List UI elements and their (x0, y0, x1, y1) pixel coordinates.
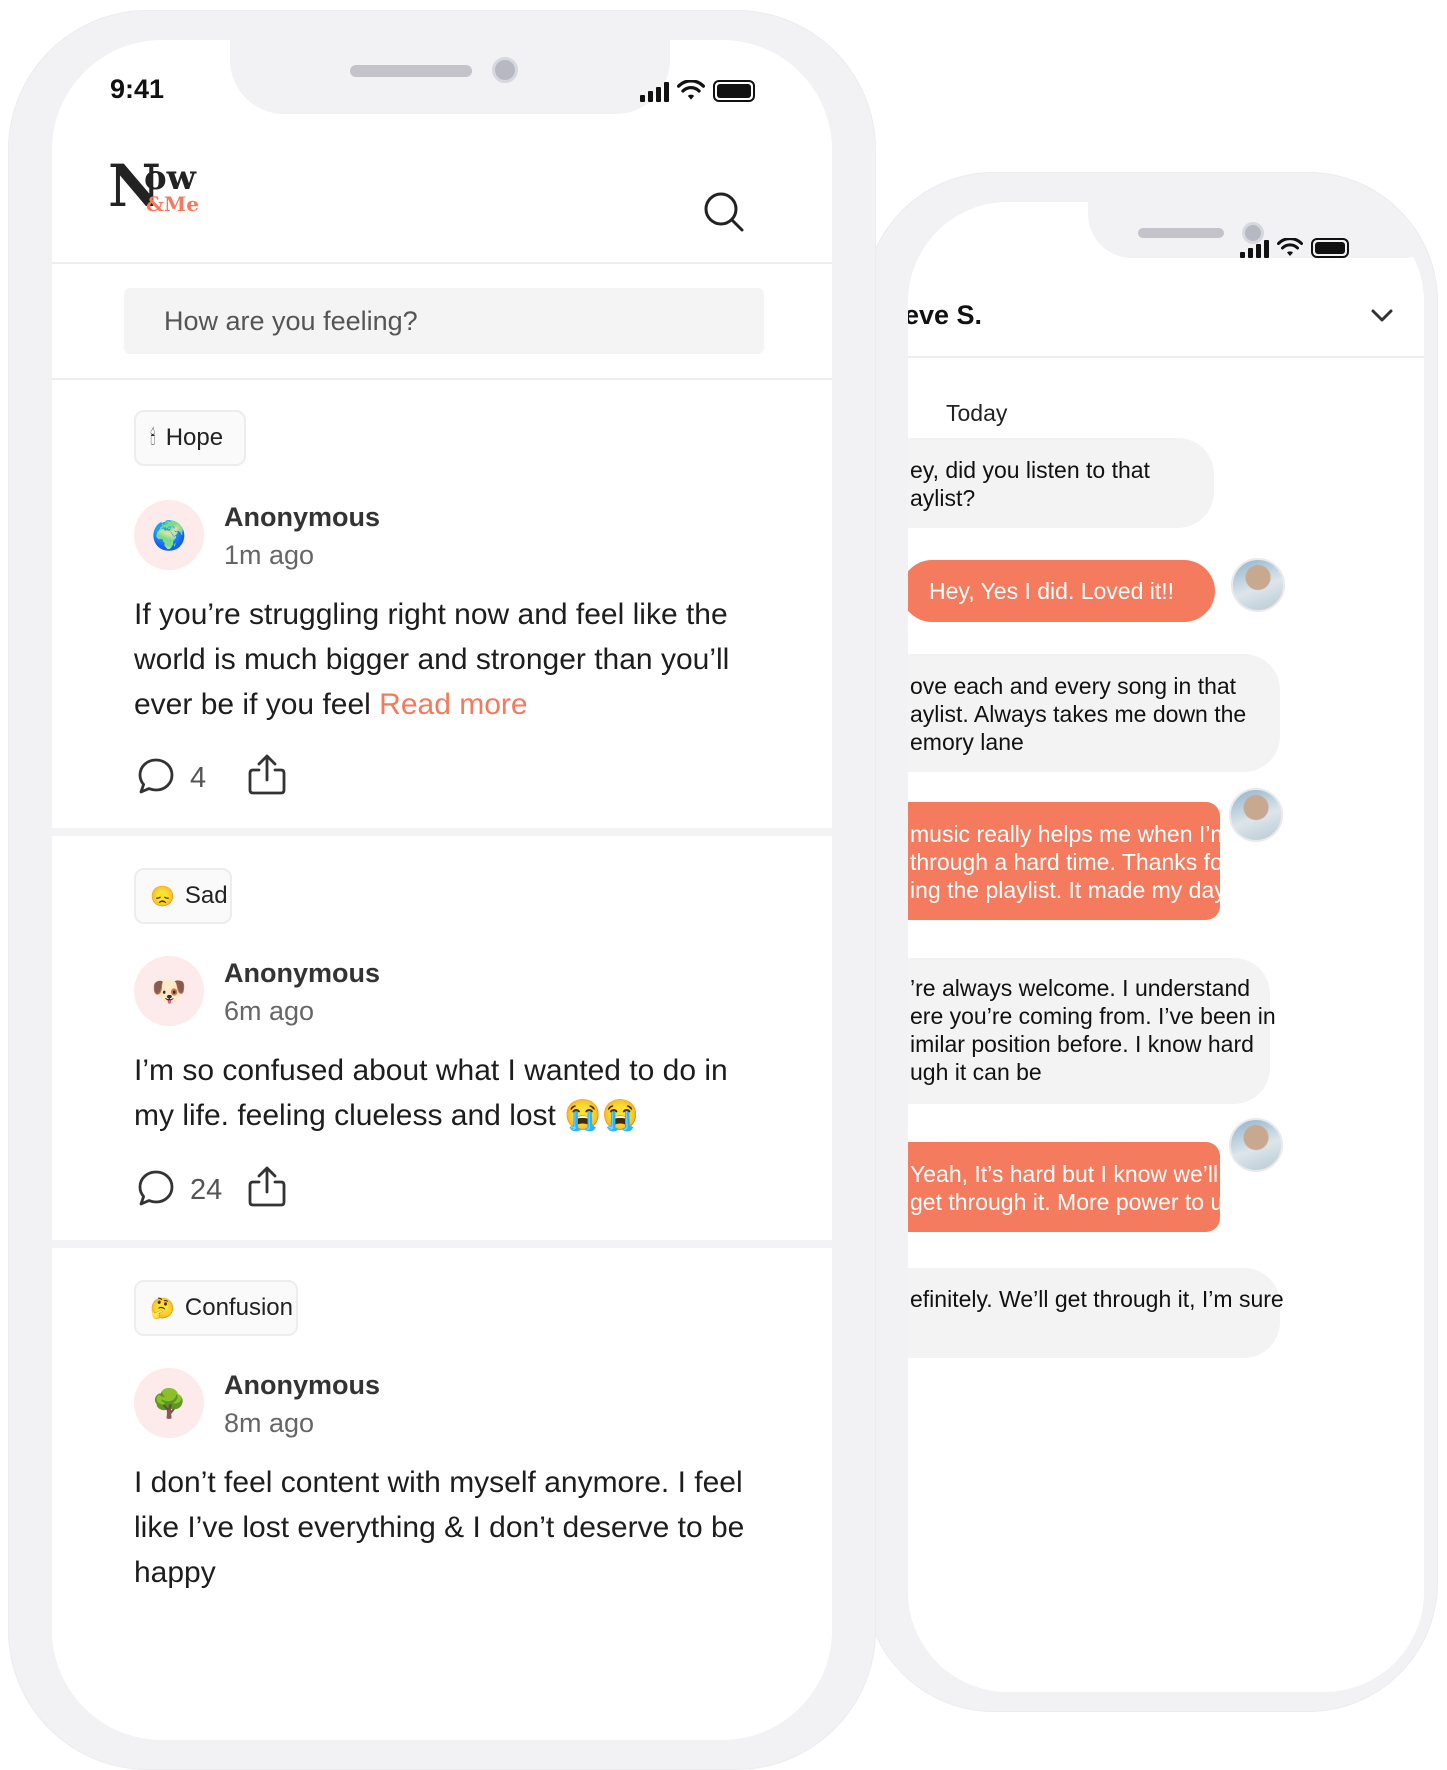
cellular-signal-icon (640, 82, 669, 102)
message-incoming[interactable]: efinitely. We’ll get through it, I’m sur… (908, 1268, 1284, 1358)
app-logo[interactable]: N ow &Me (108, 152, 199, 220)
status-time: 9:41 (110, 74, 165, 104)
comment-count: 24 (190, 1174, 223, 1206)
globe-icon: 🌍 (151, 518, 187, 552)
message-incoming[interactable]: ey, did you listen to that aylist? (908, 438, 1214, 528)
speaker-grille (350, 65, 472, 77)
sender-avatar (1229, 788, 1283, 842)
feeling-input[interactable] (124, 288, 764, 354)
message-text: Yeah, It’s hard but I know we’ll get thr… (910, 1161, 1235, 1215)
status-icons (640, 80, 755, 102)
mood-label: Hope (165, 424, 224, 451)
post-time: 6m ago (224, 996, 315, 1026)
message-text: music really helps me when I’m through a… (910, 821, 1231, 903)
thinking-face-icon: 🤔 (150, 1297, 175, 1320)
message-text: ’re always welcome. I understand ere you… (910, 975, 1276, 1085)
comment-count: 4 (190, 762, 207, 794)
post-time: 8m ago (224, 1408, 315, 1438)
mood-tag-sad[interactable]: 😞 Sad (134, 868, 232, 924)
logo-sub: &Me (146, 192, 199, 216)
message-outgoing[interactable]: music really helps me when I’m through a… (908, 802, 1230, 920)
post-author: Anonymous (224, 1370, 381, 1400)
share-icon[interactable] (246, 752, 288, 796)
wifi-icon (677, 80, 705, 100)
sender-avatar (1229, 1118, 1283, 1172)
post-text: I don’t feel content with myself anymore… (134, 1466, 745, 1589)
share-icon[interactable] (246, 1164, 288, 1208)
battery-icon (1311, 238, 1349, 258)
post-separator (52, 1240, 832, 1248)
post-author: Anonymous (224, 502, 381, 532)
message-text: ove each and every song in that aylist. … (910, 673, 1247, 755)
mood-tag-hope[interactable]: 🕯 Hope (134, 410, 246, 466)
feed-screen: 9:41 N ow &Me 🕯 Hope 🌍 Anonymous 1m ago … (52, 40, 832, 1740)
mood-tag-confusion[interactable]: 🤔 Confusion (134, 1280, 298, 1336)
header-divider (52, 262, 832, 264)
cellular-signal-icon (1240, 240, 1269, 258)
wifi-icon (1277, 238, 1303, 256)
sender-avatar (1231, 558, 1285, 612)
battery-icon (713, 80, 755, 102)
post-text: I’m so confused about what I wanted to d… (134, 1054, 728, 1132)
avatar: 🐶 (134, 956, 204, 1026)
post-text: If you’re struggling right now and feel … (134, 592, 754, 727)
comment-icon[interactable] (136, 756, 176, 796)
sad-face-icon: 😞 (150, 885, 175, 908)
dog-icon: 🐶 (151, 974, 187, 1008)
read-more-link[interactable]: Read more (379, 688, 527, 721)
post-separator (52, 828, 832, 836)
input-divider (52, 378, 832, 380)
post-author: Anonymous (224, 958, 381, 988)
speaker-grille (1138, 228, 1224, 238)
front-camera (492, 57, 518, 83)
candle-icon: 🕯 (150, 426, 156, 449)
chat-date-label: Today (946, 400, 1008, 426)
chat-screen: Steve S. Today ey, did you listen to tha… (908, 202, 1424, 1692)
feed-phone-frame: 9:41 N ow &Me 🕯 Hope 🌍 Anonymous 1m ago … (8, 10, 876, 1770)
message-incoming[interactable]: ’re always welcome. I understand ere you… (908, 958, 1276, 1104)
tree-icon: 🌳 (151, 1386, 187, 1420)
search-icon[interactable] (702, 190, 746, 234)
message-outgoing[interactable]: Hey, Yes I did. Loved it!! (908, 560, 1215, 622)
chevron-down-icon[interactable] (1370, 308, 1394, 324)
message-incoming[interactable]: ove each and every song in that aylist. … (908, 654, 1280, 772)
chat-header-divider (908, 356, 1424, 358)
chat-phone-frame: Steve S. Today ey, did you listen to tha… (864, 172, 1438, 1712)
phone-notch (230, 40, 670, 114)
message-text: ey, did you listen to that aylist? (910, 457, 1150, 511)
avatar: 🌳 (134, 1368, 204, 1438)
message-outgoing[interactable]: Yeah, It’s hard but I know we’ll get thr… (908, 1142, 1235, 1232)
avatar: 🌍 (134, 500, 204, 570)
mood-label: Confusion (184, 1294, 293, 1321)
chat-contact-name[interactable]: Steve S. (908, 300, 982, 331)
mood-label: Sad (184, 882, 228, 909)
comment-icon[interactable] (136, 1168, 176, 1208)
post-time: 1m ago (224, 540, 315, 570)
status-icons (1240, 238, 1349, 258)
message-text: Hey, Yes I did. Loved it!! (929, 578, 1175, 604)
message-text: efinitely. We’ll get through it, I’m sur… (910, 1286, 1284, 1312)
